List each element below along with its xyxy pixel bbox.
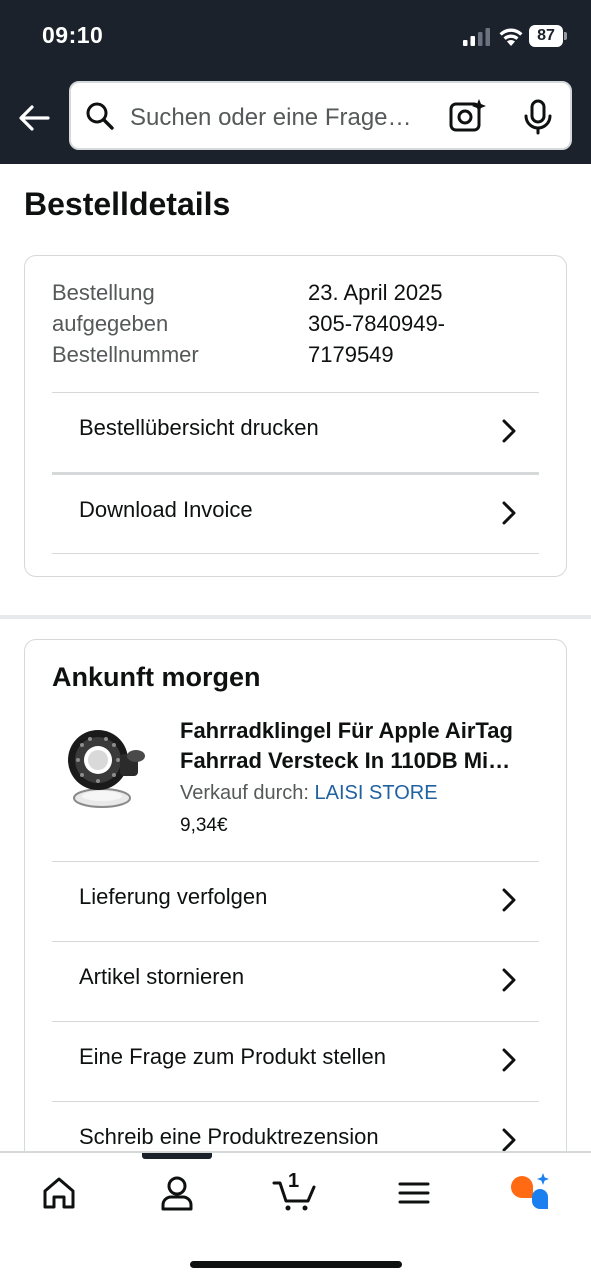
home-indicator <box>190 1261 402 1268</box>
download-invoice-row[interactable]: Download Invoice <box>52 472 539 552</box>
section-divider <box>0 615 591 619</box>
ask-question-row[interactable]: Eine Frage zum Produkt stellen <box>52 1021 539 1101</box>
bottom-navigation: 1 <box>0 1151 591 1280</box>
battery-tip <box>564 32 567 40</box>
chevron-right-icon <box>502 1128 516 1152</box>
order-info-card: Bestellung aufgegeben Bestellnummer 23. … <box>24 255 567 577</box>
battery-indicator: 87 <box>529 25 567 47</box>
menu-icon[interactable] <box>392 1173 436 1213</box>
home-icon[interactable] <box>37 1173 81 1213</box>
search-icon <box>86 102 114 130</box>
chevron-right-icon <box>502 419 516 443</box>
download-invoice-label: Download Invoice <box>79 497 253 522</box>
seller-link[interactable]: LAISI STORE <box>315 782 438 804</box>
chevron-right-icon <box>502 1048 516 1072</box>
status-time: 09:10 <box>42 22 104 48</box>
order-date-value: 23. April 2025 <box>308 280 443 305</box>
wifi-icon <box>499 28 523 46</box>
order-date-label-2: aufgegeben <box>52 311 169 336</box>
product-title-line-2[interactable]: Fahrrad Versteck In 110DB Mi… <box>180 746 545 776</box>
product-title-line-1[interactable]: Fahrradklingel Für Apple AirTag <box>180 716 545 746</box>
product-image[interactable] <box>62 720 148 816</box>
top-header: 09:10 87 Suchen oder eine Frage… <box>0 0 591 164</box>
search-bar[interactable]: Suchen oder eine Frage… <box>69 81 572 150</box>
product-title[interactable]: Fahrradklingel Für Apple AirTag Fahrrad … <box>180 716 545 776</box>
seller-info: Verkauf durch: LAISI STORE <box>180 782 438 805</box>
shipment-status-title: Ankunft morgen <box>52 662 261 692</box>
ask-question-label: Eine Frage zum Produkt stellen <box>79 1044 386 1069</box>
rufus-assistant-icon[interactable] <box>507 1173 551 1213</box>
back-arrow-icon[interactable] <box>14 98 54 138</box>
order-date-label: Bestellung <box>52 280 155 305</box>
cellular-signal-icon <box>463 28 490 46</box>
print-summary-label: Bestellübersicht drucken <box>79 415 319 440</box>
page-title: Bestelldetails <box>24 186 231 222</box>
microphone-icon[interactable] <box>521 99 555 135</box>
chevron-right-icon <box>502 968 516 992</box>
track-delivery-row[interactable]: Lieferung verfolgen <box>52 861 539 941</box>
cancel-item-label: Artikel stornieren <box>79 964 245 989</box>
write-review-label: Schreib eine Produktrezension <box>79 1124 379 1149</box>
chevron-right-icon <box>502 888 516 912</box>
print-summary-row[interactable]: Bestellübersicht drucken <box>52 392 539 472</box>
active-tab-indicator <box>142 1153 212 1159</box>
chevron-right-icon <box>502 501 516 525</box>
cancel-item-row[interactable]: Artikel stornieren <box>52 941 539 1021</box>
account-icon[interactable] <box>155 1173 199 1213</box>
cart-count-badge: 1 <box>288 1170 300 1192</box>
search-input[interactable]: Suchen oder eine Frage… <box>130 104 412 132</box>
product-price: 9,34€ <box>180 815 228 836</box>
seller-prefix: Verkauf durch: <box>180 782 315 804</box>
order-number-value-2: 7179549 <box>308 342 394 367</box>
track-delivery-label: Lieferung verfolgen <box>79 884 268 909</box>
order-number-value: 305-7840949- <box>308 311 446 336</box>
camera-lens-icon[interactable] <box>449 98 487 134</box>
battery-level: 87 <box>529 25 563 47</box>
row-divider <box>52 553 539 554</box>
order-number-label: Bestellnummer <box>52 342 199 367</box>
